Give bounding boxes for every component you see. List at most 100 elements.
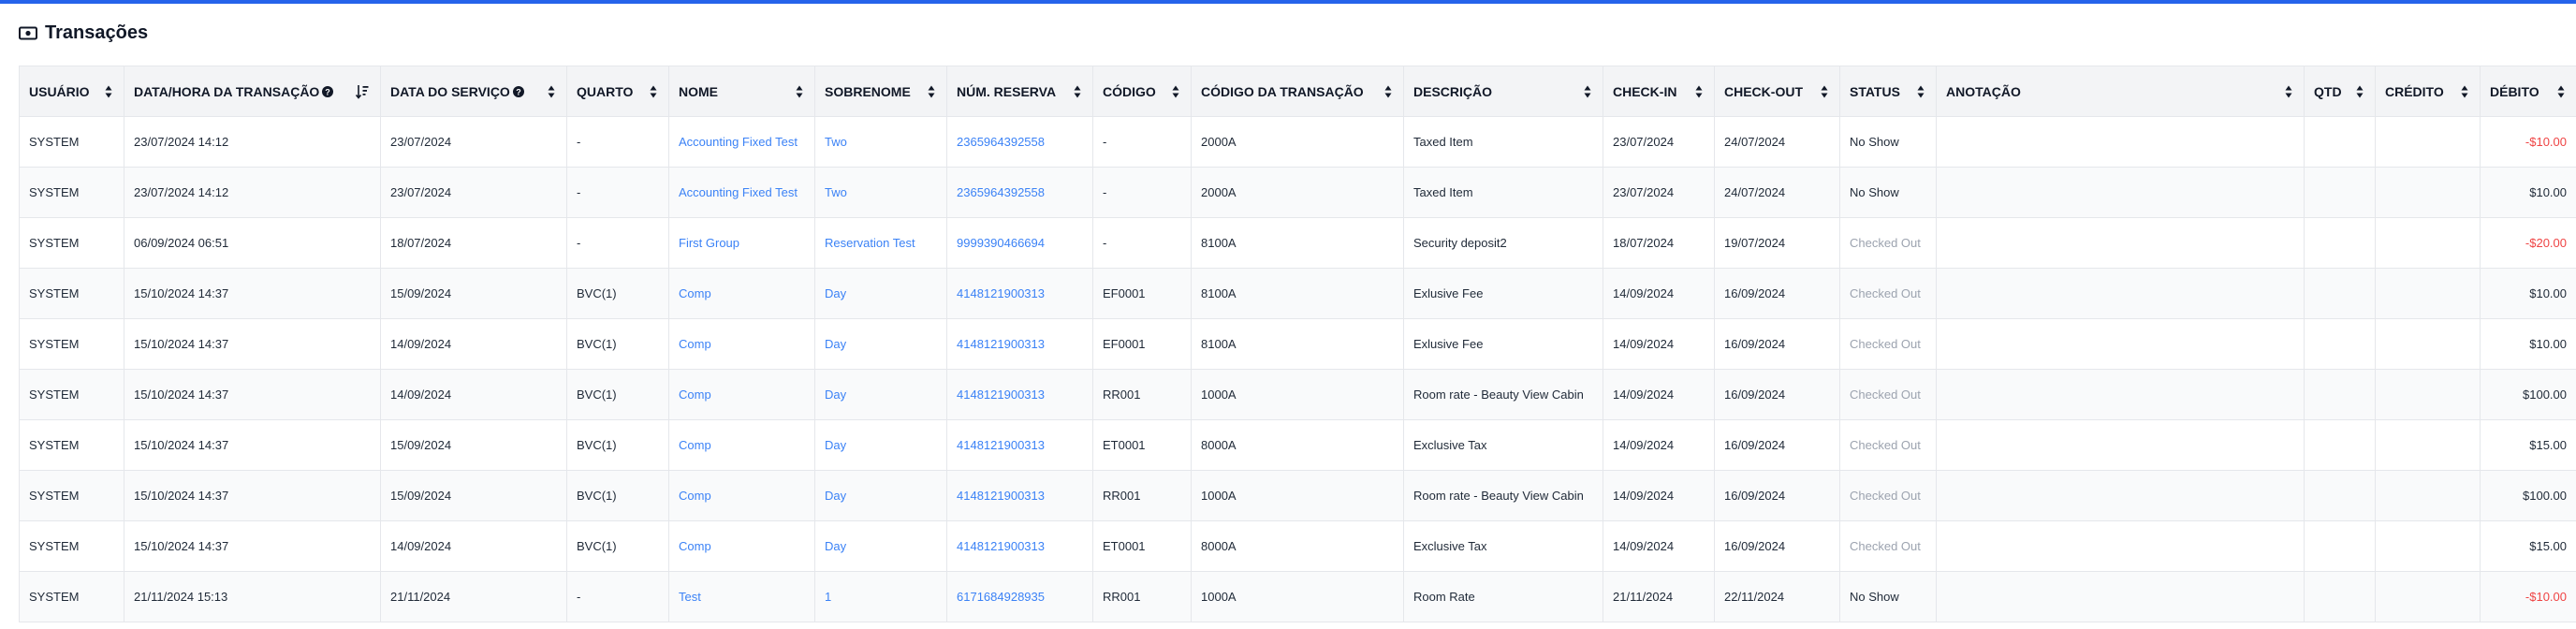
column-header-data_hora[interactable]: DATA/HORA DA TRANSAÇÃO? [124, 66, 381, 117]
cell-nome[interactable]: Accounting Fixed Test [668, 116, 815, 168]
cell-debito: $100.00 [2480, 369, 2576, 420]
cell-reserva[interactable]: 4148121900313 [946, 318, 1093, 370]
column-header-anotacao[interactable]: ANOTAÇÃO [1936, 66, 2305, 117]
cell-nome[interactable]: Comp [668, 369, 815, 420]
cell-descricao: Room Rate [1403, 571, 1603, 622]
cell-qtd [2304, 470, 2376, 521]
cell-data_servico: 15/09/2024 [380, 268, 567, 319]
table-row[interactable]: SYSTEM 15/10/2024 14:37 14/09/2024 BVC(1) Co… [19, 318, 2576, 370]
cell-sobrenome[interactable]: Day [814, 318, 947, 370]
cell-sobrenome[interactable]: Two [814, 116, 947, 168]
cell-credito [2375, 369, 2481, 420]
table-row[interactable]: SYSTEM 21/11/2024 15:13 21/11/2024- Test 1 61… [19, 571, 2576, 622]
column-header-status[interactable]: STATUS [1839, 66, 1937, 117]
column-header-nome[interactable]: NOME [668, 66, 815, 117]
column-header-reserva[interactable]: NÚM. RESERVA [946, 66, 1093, 117]
cell-quarto: - [566, 217, 669, 269]
column-header-descricao[interactable]: DESCRIÇÃO [1403, 66, 1603, 117]
column-header-debito[interactable]: DÉBITO [2480, 66, 2576, 117]
cell-sobrenome[interactable]: 1 [814, 571, 947, 622]
cell-anotacao [1936, 318, 2305, 370]
cell-sobrenome[interactable]: Day [814, 520, 947, 572]
table-row[interactable]: SYSTEM 15/10/2024 14:37 15/09/2024 BVC(1) Co… [19, 470, 2576, 521]
column-header-qtd[interactable]: QTD [2304, 66, 2376, 117]
cell-reserva[interactable]: 2365964392558 [946, 116, 1093, 168]
table-row[interactable]: SYSTEM 23/07/2024 14:12 23/07/2024- Account… [19, 167, 2576, 218]
cell-sobrenome[interactable]: Day [814, 369, 947, 420]
column-header-checkout[interactable]: CHECK-OUT [1714, 66, 1840, 117]
sort-icon[interactable] [548, 85, 555, 98]
cell-nome[interactable]: Comp [668, 268, 815, 319]
cell-nome[interactable]: Comp [668, 419, 815, 471]
cell-nome[interactable]: Accounting Fixed Test [668, 167, 815, 218]
cell-usuario: SYSTEM [19, 116, 124, 168]
cell-data_hora: 15/10/2024 14:37 [124, 369, 381, 420]
cell-sobrenome[interactable]: Two [814, 167, 947, 218]
cell-credito [2375, 116, 2481, 168]
sort-icon[interactable] [2285, 85, 2292, 98]
sort-icon[interactable] [1821, 85, 1828, 98]
table-row[interactable]: SYSTEM 15/10/2024 14:37 14/09/2024 BVC(1) Co… [19, 520, 2576, 572]
cell-sobrenome[interactable]: Day [814, 268, 947, 319]
sort-icon[interactable] [105, 85, 112, 98]
cell-codigo: RR001 [1092, 369, 1192, 420]
sort-icon[interactable] [1584, 85, 1591, 98]
cell-quarto: BVC(1) [566, 520, 669, 572]
cell-reserva[interactable]: 4148121900313 [946, 470, 1093, 521]
sort-icon[interactable] [1384, 85, 1392, 98]
table-row[interactable]: SYSTEM 15/10/2024 14:37 15/09/2024 BVC(1) Co… [19, 268, 2576, 319]
cell-nome[interactable]: First Group [668, 217, 815, 269]
table-row[interactable]: SYSTEM 23/07/2024 14:12 23/07/2024- Account… [19, 116, 2576, 168]
sort-icon[interactable] [650, 85, 657, 98]
table-row[interactable]: SYSTEM 15/10/2024 14:37 15/09/2024 BVC(1) Co… [19, 419, 2576, 471]
table-row[interactable]: SYSTEM 06/09/2024 06:51 18/07/2024- First G… [19, 217, 2576, 269]
sort-icon[interactable] [1172, 85, 1179, 98]
cell-nome[interactable]: Comp [668, 520, 815, 572]
cell-codigo: ET0001 [1092, 419, 1192, 471]
cell-reserva[interactable]: 9999390466694 [946, 217, 1093, 269]
cell-sobrenome[interactable]: Day [814, 470, 947, 521]
cell-reserva[interactable]: 2365964392558 [946, 167, 1093, 218]
cell-sobrenome[interactable]: Reservation Test [814, 217, 947, 269]
column-header-codigo[interactable]: CÓDIGO [1092, 66, 1192, 117]
cell-anotacao [1936, 520, 2305, 572]
svg-text:?: ? [516, 87, 521, 96]
cell-checkout: 19/07/2024 [1714, 217, 1840, 269]
cell-sobrenome[interactable]: Day [814, 419, 947, 471]
cell-checkout: 16/09/2024 [1714, 318, 1840, 370]
cell-reserva[interactable]: 4148121900313 [946, 268, 1093, 319]
sort-icon[interactable] [2356, 85, 2364, 98]
sort-icon[interactable] [928, 85, 935, 98]
cell-nome[interactable]: Test [668, 571, 815, 622]
column-header-label: QTD [2314, 84, 2342, 100]
sort-icon[interactable] [1695, 85, 1703, 98]
sort-descending-icon[interactable] [356, 84, 369, 99]
cell-reserva[interactable]: 4148121900313 [946, 520, 1093, 572]
column-header-codigo_transacao[interactable]: CÓDIGO DA TRANSAÇÃO [1191, 66, 1404, 117]
cell-codigo_transacao: 2000A [1191, 167, 1404, 218]
sort-icon[interactable] [796, 85, 803, 98]
cell-reserva[interactable]: 6171684928935 [946, 571, 1093, 622]
help-icon[interactable]: ? [322, 86, 334, 98]
cell-nome[interactable]: Comp [668, 318, 815, 370]
column-header-sobrenome[interactable]: SOBRENOME [814, 66, 947, 117]
help-icon[interactable]: ? [512, 86, 524, 98]
column-header-label: ANOTAÇÃO [1946, 84, 2021, 100]
column-header-data_servico[interactable]: DATA DO SERVIÇO? [380, 66, 567, 117]
column-header-usuario[interactable]: USUÁRIO [19, 66, 124, 117]
column-header-label: DÉBITO [2490, 84, 2539, 100]
cell-reserva[interactable]: 4148121900313 [946, 369, 1093, 420]
sort-icon[interactable] [2557, 85, 2565, 98]
cell-data_servico: 14/09/2024 [380, 318, 567, 370]
sort-icon[interactable] [2461, 85, 2468, 98]
column-header-credito[interactable]: CRÉDITO [2375, 66, 2481, 117]
cell-nome[interactable]: Comp [668, 470, 815, 521]
table-row[interactable]: SYSTEM 15/10/2024 14:37 14/09/2024 BVC(1) Co… [19, 369, 2576, 420]
column-header-checkin[interactable]: CHECK-IN [1603, 66, 1715, 117]
cell-debito: $15.00 [2480, 520, 2576, 572]
column-header-quarto[interactable]: QUARTO [566, 66, 669, 117]
sort-icon[interactable] [1074, 85, 1081, 98]
cell-reserva[interactable]: 4148121900313 [946, 419, 1093, 471]
sort-icon[interactable] [1917, 85, 1925, 98]
cell-usuario: SYSTEM [19, 167, 124, 218]
